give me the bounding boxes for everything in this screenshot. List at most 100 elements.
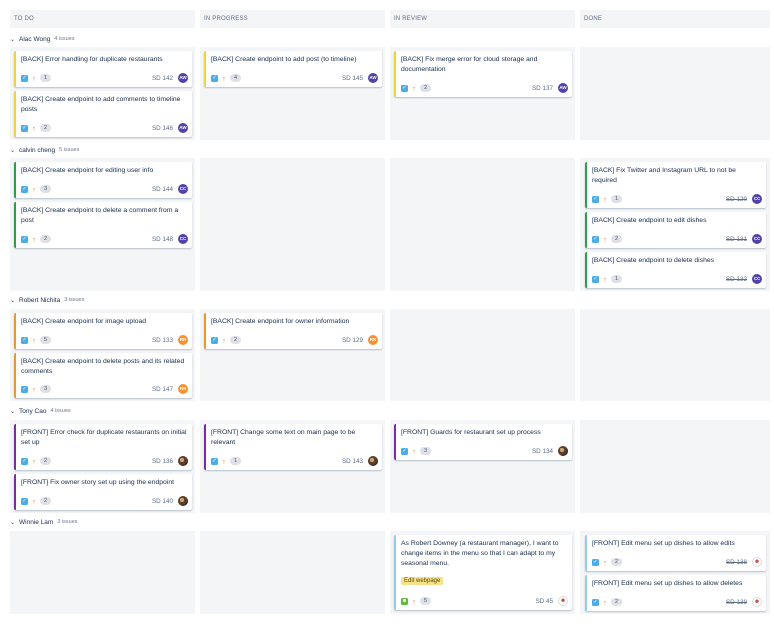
- issue-key[interactable]: SD 142: [152, 75, 173, 82]
- assignee-avatar[interactable]: CC: [752, 234, 762, 244]
- task-type-icon: ✓: [401, 84, 408, 92]
- priority-high-icon: ↑: [603, 234, 607, 244]
- assignee-avatar[interactable]: [178, 496, 188, 506]
- issue-card[interactable]: [BACK] Create endpoint for editing user …: [14, 162, 192, 198]
- assignee-avatar[interactable]: [368, 456, 378, 466]
- priority-high-icon: ↑: [412, 596, 416, 606]
- chevron-down-icon[interactable]: ⌄: [10, 408, 16, 415]
- issue-card[interactable]: [BACK] Error handling for duplicate rest…: [14, 51, 192, 87]
- swimlane-issue-count: 3 issues: [57, 519, 78, 525]
- priority-high-icon: ↑: [32, 184, 36, 194]
- issue-key[interactable]: SD 133: [152, 337, 173, 344]
- issue-key[interactable]: SD 139: [726, 599, 747, 606]
- story-points-badge: 2: [40, 124, 51, 132]
- issue-card[interactable]: [BACK] Create endpoint to add post (to t…: [204, 51, 382, 87]
- issue-key[interactable]: SD 146: [152, 125, 173, 132]
- swimlane-header-calvin-cheng[interactable]: ⌄ calvin cheng 5 issues: [10, 145, 79, 155]
- task-type-icon: ✓: [592, 558, 599, 566]
- priority-high-icon: ↑: [603, 194, 607, 204]
- issue-summary: [BACK] Create endpoint to add comments t…: [21, 96, 181, 113]
- assignee-avatar[interactable]: AW: [178, 73, 188, 83]
- issue-card[interactable]: [FRONT] Error check for duplicate restau…: [14, 424, 192, 470]
- issue-key[interactable]: SD 140: [152, 498, 173, 505]
- priority-high-icon: ↑: [32, 234, 36, 244]
- issue-key[interactable]: SD 148: [152, 236, 173, 243]
- issue-card[interactable]: [BACK] Fix Twitter and Instagram URL to …: [585, 162, 766, 208]
- issue-key[interactable]: SD 145: [342, 75, 363, 82]
- assignee-avatar[interactable]: AW: [558, 83, 568, 93]
- issue-summary: [BACK] Create endpoint to add post (to t…: [211, 56, 357, 63]
- issue-card[interactable]: [BACK] Create endpoint to delete posts a…: [14, 353, 192, 398]
- assignee-avatar[interactable]: [178, 456, 188, 466]
- epic-label[interactable]: Edit webpage: [401, 577, 444, 585]
- cell-todo: [10, 531, 195, 614]
- priority-high-icon: ↑: [603, 597, 607, 607]
- issue-summary: [BACK] Create endpoint to delete posts a…: [21, 358, 185, 375]
- issue-summary: [BACK] Create endpoint for owner informa…: [211, 318, 350, 325]
- issue-card[interactable]: [BACK] Fix merge error for cloud storage…: [394, 51, 572, 97]
- issue-key[interactable]: SD 45: [535, 598, 553, 605]
- issue-summary: [BACK] Create endpoint to delete dishes: [592, 257, 715, 264]
- assignee-avatar[interactable]: RN: [368, 335, 378, 345]
- issue-card[interactable]: [FRONT] Change some text on main page to…: [204, 424, 382, 470]
- assignee-avatar[interactable]: CC: [178, 234, 188, 244]
- swimlane-issue-count: 4 issues: [54, 36, 75, 42]
- issue-card[interactable]: As Robert Downey (a restaurant manager),…: [394, 535, 572, 610]
- issue-summary: As Robert Downey (a restaurant manager),…: [401, 540, 559, 567]
- issue-key[interactable]: SD 131: [726, 236, 747, 243]
- assignee-avatar[interactable]: [558, 446, 568, 456]
- issue-summary: [FRONT] Edit menu set up dishes to allow…: [592, 540, 735, 547]
- assignee-avatar[interactable]: ☻: [558, 596, 568, 606]
- issue-card[interactable]: [BACK] Create endpoint for image upload …: [14, 313, 192, 349]
- issue-key[interactable]: SD 136: [152, 458, 173, 465]
- assignee-avatar[interactable]: RN: [178, 384, 188, 394]
- story-points-badge: 2: [611, 558, 622, 566]
- issue-card[interactable]: [BACK] Create endpoint to edit dishes ✓ …: [585, 212, 766, 248]
- assignee-avatar[interactable]: ☻: [752, 557, 762, 567]
- task-type-icon: ✓: [592, 195, 599, 203]
- task-type-icon: ✓: [21, 457, 28, 465]
- chevron-down-icon[interactable]: ⌄: [10, 147, 16, 154]
- priority-high-icon: ↑: [32, 384, 36, 394]
- assignee-avatar[interactable]: RN: [178, 335, 188, 345]
- chevron-down-icon[interactable]: ⌄: [10, 519, 16, 526]
- issue-card[interactable]: [FRONT] Edit menu set up dishes to allow…: [585, 535, 766, 571]
- issue-key[interactable]: SD 137: [532, 85, 553, 92]
- chevron-down-icon[interactable]: ⌄: [10, 297, 16, 304]
- swimlane-header-winnie-lam[interactable]: ⌄ Winnie Lam 3 issues: [10, 517, 78, 527]
- swimlane-header-tony-cao[interactable]: ⌄ Tony Cao 4 issues: [10, 406, 71, 416]
- assignee-avatar[interactable]: CC: [752, 274, 762, 284]
- priority-high-icon: ↑: [412, 83, 416, 93]
- issue-card[interactable]: [BACK] Create endpoint to delete dishes …: [585, 252, 766, 288]
- story-type-icon: ■: [401, 597, 408, 605]
- issue-key[interactable]: SD 129: [342, 337, 363, 344]
- swimlane-header-robert-nichita[interactable]: ⌄ Robert Nichita 3 issues: [10, 295, 84, 305]
- task-type-icon: ✓: [21, 185, 28, 193]
- issue-key[interactable]: SD 120: [726, 196, 747, 203]
- issue-card[interactable]: [FRONT] Edit menu set up dishes to allow…: [585, 575, 766, 611]
- assignee-avatar[interactable]: AW: [368, 73, 378, 83]
- issue-card[interactable]: [BACK] Create endpoint to add comments t…: [14, 91, 192, 137]
- issue-card[interactable]: [BACK] Create endpoint to delete a comme…: [14, 202, 192, 248]
- assignee-avatar[interactable]: ☻: [752, 597, 762, 607]
- issue-key[interactable]: SD 143: [342, 458, 363, 465]
- issue-card[interactable]: [BACK] Create endpoint for owner informa…: [204, 313, 382, 349]
- issue-key[interactable]: SD 144: [152, 186, 173, 193]
- priority-high-icon: ↑: [32, 123, 36, 133]
- issue-card[interactable]: [FRONT] Fix owner story set up using the…: [14, 474, 192, 510]
- issue-card[interactable]: [FRONT] Guards for restaurant set up pro…: [394, 424, 572, 460]
- assignee-avatar[interactable]: CC: [752, 194, 762, 204]
- assignee-avatar[interactable]: CC: [178, 184, 188, 194]
- assignee-avatar[interactable]: AW: [178, 123, 188, 133]
- chevron-down-icon[interactable]: ⌄: [10, 36, 16, 43]
- issue-key[interactable]: SD 138: [726, 559, 747, 566]
- story-points-badge: 4: [230, 74, 241, 82]
- issue-key[interactable]: SD 147: [152, 386, 173, 393]
- swimlane-header-alac-wong[interactable]: ⌄ Alac Wong 4 issues: [10, 34, 75, 44]
- story-points-badge: 2: [40, 497, 51, 505]
- priority-high-icon: ↑: [32, 456, 36, 466]
- task-type-icon: ✓: [21, 235, 28, 243]
- issue-key[interactable]: SD 132: [726, 276, 747, 283]
- issue-key[interactable]: SD 134: [532, 448, 553, 455]
- swimlane-issue-count: 3 issues: [64, 297, 85, 303]
